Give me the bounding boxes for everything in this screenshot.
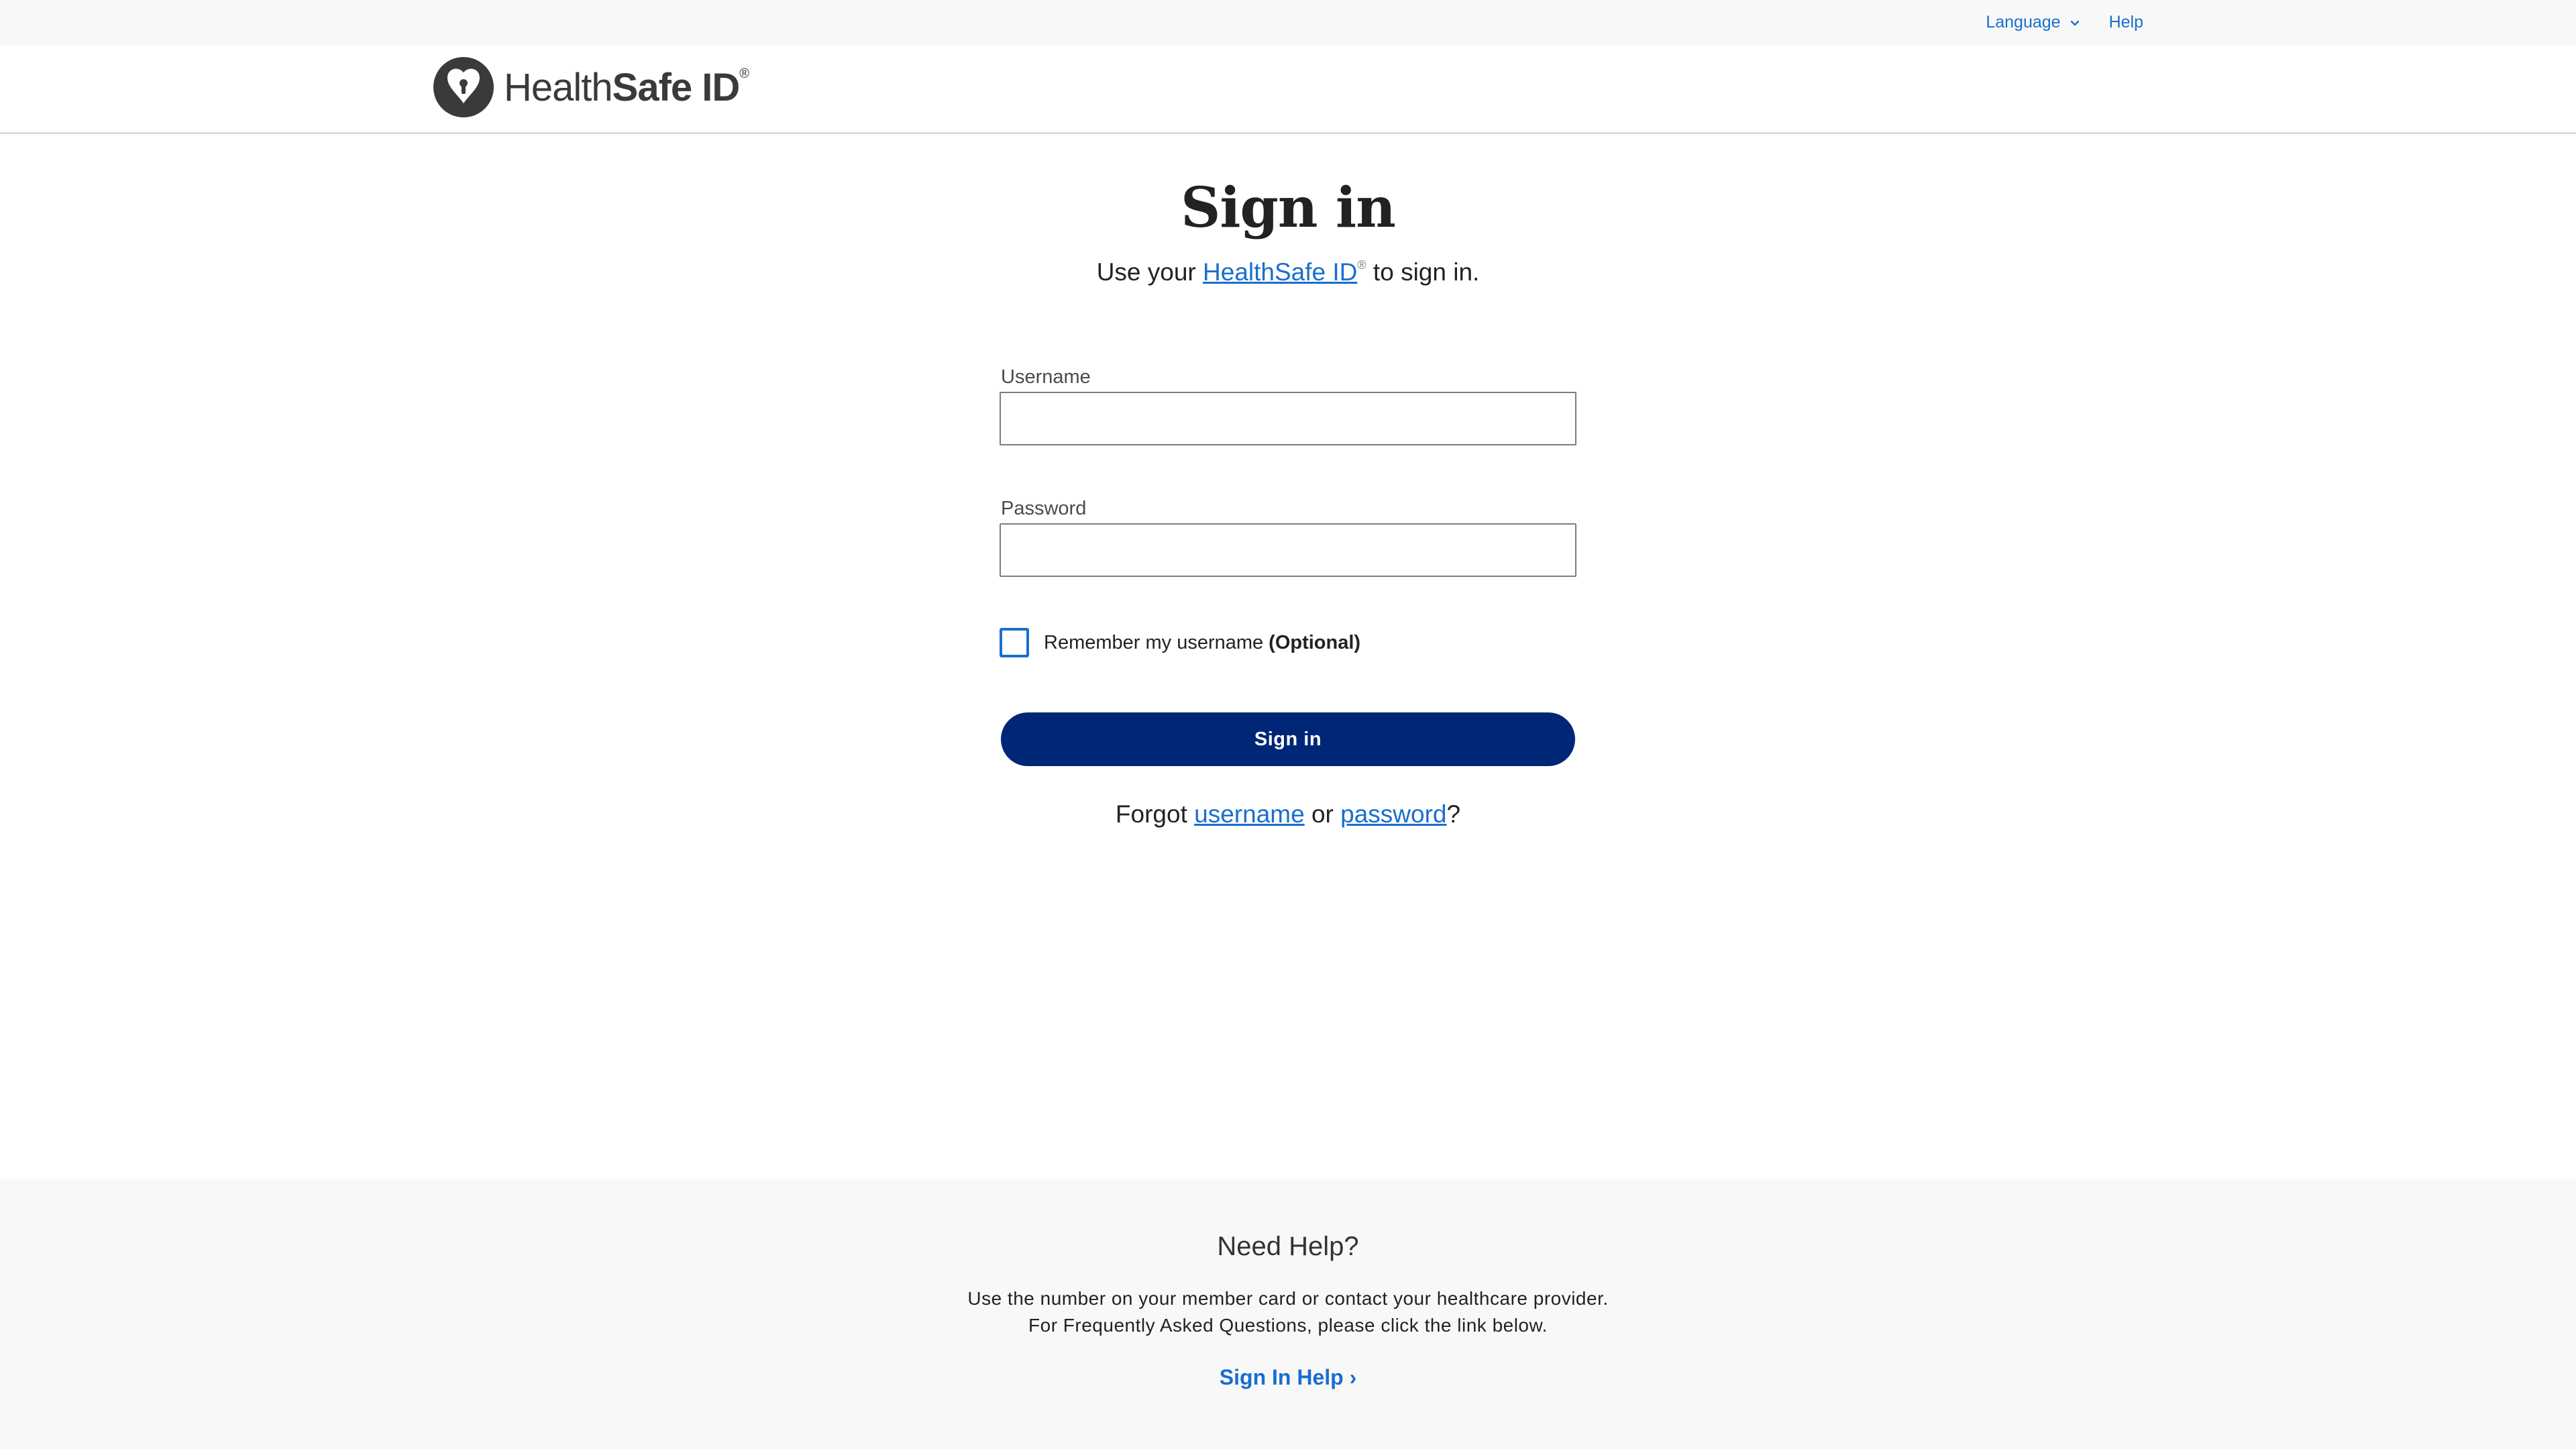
forgot-suffix: ? (1446, 800, 1461, 828)
healthsafe-logo[interactable]: HealthSafe ID® (433, 54, 749, 121)
utility-links: Language Help (1986, 0, 2143, 45)
remember-optional-label: (Optional) (1269, 631, 1361, 653)
page-subtitle: Use your HealthSafe ID® to sign in. (0, 258, 2576, 286)
language-label: Language (1986, 13, 2061, 32)
password-input[interactable] (1000, 523, 1576, 577)
username-label: Username (1001, 366, 1091, 388)
subtitle-registered-mark: ® (1357, 258, 1366, 272)
help-footer: Need Help? Use the number on your member… (0, 1179, 2576, 1449)
logo-wordmark: HealthSafe ID® (504, 65, 749, 110)
sign-in-button[interactable]: Sign in (1001, 712, 1575, 766)
remember-username-checkbox[interactable] (1000, 628, 1029, 657)
forgot-prefix: Forgot (1115, 800, 1195, 828)
username-input[interactable] (1000, 392, 1576, 445)
utility-bar: Language Help (0, 0, 2576, 45)
footer-line-1: Use the number on your member card or co… (967, 1288, 1609, 1309)
remember-username-option[interactable]: Remember my username (Optional) (1000, 628, 1360, 657)
forgot-username-link[interactable]: username (1194, 800, 1305, 828)
sign-in-help-container: Sign In Help › (0, 1365, 2576, 1390)
footer-title: Need Help? (1217, 1232, 1359, 1261)
forgot-or: or (1304, 800, 1341, 828)
healthsafe-logo-icon (433, 57, 494, 117)
forgot-credentials: Forgot username or password? (0, 800, 2576, 828)
forgot-password-link[interactable]: password (1340, 800, 1446, 828)
page-title: Sign in (1181, 176, 1396, 240)
logo-registered-mark: ® (739, 66, 749, 81)
remember-username-label: Remember my username (1044, 631, 1264, 653)
healthsafe-id-link[interactable]: HealthSafe ID (1203, 258, 1357, 286)
subtitle-suffix: to sign in. (1366, 258, 1480, 286)
logo-text-light: Health (504, 65, 613, 109)
logo-text-bold: Safe ID (612, 65, 741, 109)
subtitle-prefix: Use your (1096, 258, 1203, 286)
password-label: Password (1001, 498, 1087, 519)
help-link[interactable]: Help (2109, 13, 2143, 32)
language-selector[interactable]: Language (1986, 13, 2080, 32)
sign-in-help-link[interactable]: Sign In Help › (1220, 1365, 1356, 1389)
footer-line-2: For Frequently Asked Questions, please c… (1028, 1315, 1548, 1336)
chevron-down-icon (2070, 20, 2079, 25)
site-header: HealthSafe ID® (0, 45, 2576, 134)
